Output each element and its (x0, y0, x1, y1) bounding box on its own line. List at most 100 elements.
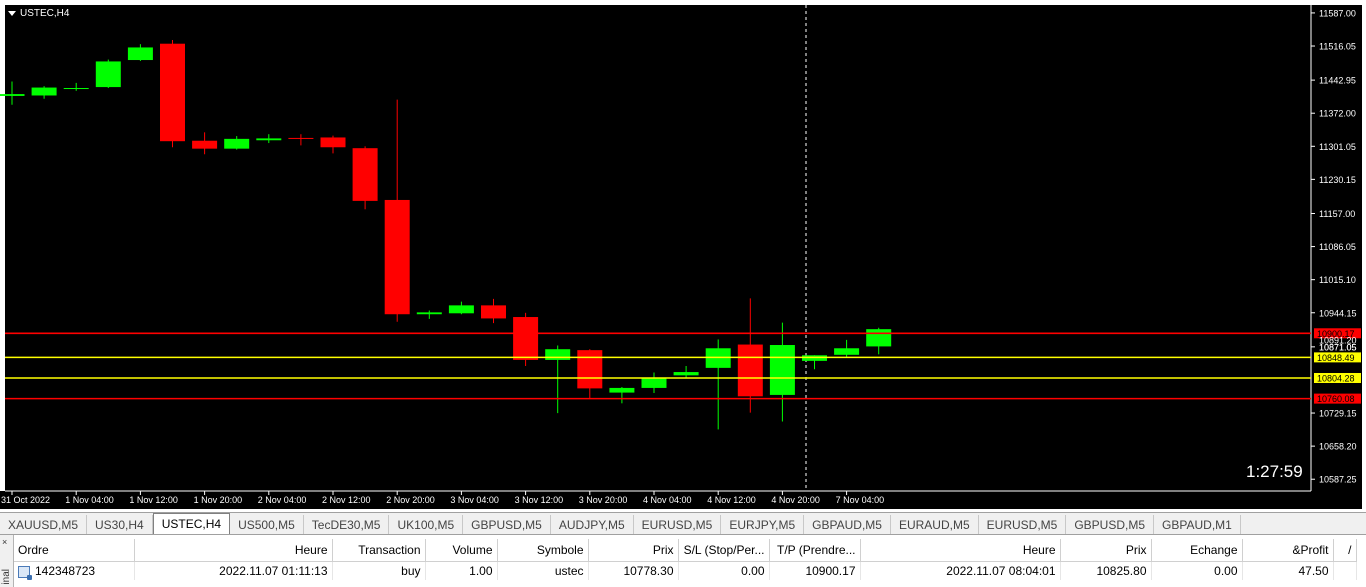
column-header[interactable]: / (1333, 539, 1357, 562)
price-level-label: 10804.28 (1317, 373, 1355, 383)
tab-eurjpy-m5[interactable]: EURJPY,M5 (721, 515, 805, 534)
column-header[interactable]: Echange (1151, 539, 1243, 562)
tab-gbpusd-m5[interactable]: GBPUSD,M5 (463, 515, 551, 534)
candle-body (384, 199, 410, 315)
chart-window[interactable]: 11587.00 11516.05 11442.95 11372.00 11301.05… (0, 0, 1366, 512)
tab-ustec-h4[interactable]: USTEC,H4 (152, 513, 231, 534)
column-header[interactable]: Volume (425, 539, 498, 562)
terminal-side-label: × inal (0, 535, 14, 587)
column-header[interactable]: Prix (588, 539, 679, 562)
y-tick-label: 11086.05 (1319, 242, 1356, 252)
tab-gbpaud-m5[interactable]: GBPAUD,M5 (804, 515, 891, 534)
candle-body (31, 87, 57, 96)
orders-header-row: Ordre Heure Transaction Volume Symbole Prix S/… (14, 539, 1357, 562)
close-icon[interactable]: × (2, 537, 7, 547)
candle-body (673, 372, 699, 376)
chart-tabs-bar: XAUUSD,M5 US30,H4 USTEC,H4 US500,M5 TecDE30,… (0, 512, 1366, 534)
tab-gbpusd-m5[interactable]: GBPUSD,M5 (1066, 515, 1155, 534)
x-tick-label: 7 Nov 04:00 (836, 495, 885, 505)
candle-body (609, 387, 635, 393)
candle-body (641, 377, 667, 388)
x-tick-label: 1 Nov 04:00 (65, 495, 114, 505)
column-header[interactable]: Ordre (14, 539, 135, 562)
y-tick-label: 11301.05 (1319, 142, 1356, 152)
x-tick-label: 3 Nov 04:00 (450, 495, 499, 505)
prix-cell: 10778.30 (588, 561, 679, 580)
price-chart[interactable]: 11587.00 11516.05 11442.95 11372.00 11301.05… (0, 0, 1366, 512)
candle-body (63, 88, 89, 90)
transaction-cell: buy (332, 561, 426, 580)
heure2-cell: 2022.11.07 08:04:01 (860, 561, 1061, 580)
x-tick-label: 4 Nov 04:00 (643, 495, 692, 505)
x-tick-label: 3 Nov 20:00 (579, 495, 628, 505)
column-header[interactable]: S/L (Stop/Per... (678, 539, 770, 562)
table-row[interactable]: 142348723 2022.11.07 01:11:13 buy 1.00 ustec… (14, 561, 1357, 580)
tab-eurusd-m5[interactable]: EURUSD,M5 (979, 515, 1067, 534)
tab-xauusd-m5[interactable]: XAUUSD,M5 (0, 515, 88, 534)
volume-cell: 1.00 (425, 561, 498, 580)
profit-cell: 47.50 (1242, 561, 1334, 580)
column-header[interactable]: Heure (134, 539, 333, 562)
column-header[interactable]: Heure (860, 539, 1061, 562)
y-tick-label: 11516.05 (1319, 42, 1356, 52)
tab-audjpy-m5[interactable]: AUDJPY,M5 (551, 515, 634, 534)
price-level-label: 10848.49 (1317, 353, 1355, 363)
y-tick-label: 11587.00 (1319, 8, 1356, 18)
symbole-cell: ustec (497, 561, 589, 580)
column-header[interactable]: Symbole (497, 539, 589, 562)
x-tick-label: 2 Nov 12:00 (322, 495, 371, 505)
y-tick-label: 10587.25 (1319, 475, 1357, 485)
y-tick-label: 11230.15 (1319, 175, 1356, 185)
bar-countdown-timer: 1:27:59 (1246, 462, 1303, 481)
tab-euraud-m5[interactable]: EURAUD,M5 (891, 515, 979, 534)
x-tick-label: 31 Oct 2022 (1, 495, 50, 505)
candle-body (769, 345, 795, 395)
order-id: 142348723 (35, 563, 96, 578)
echange-cell: 0.00 (1151, 561, 1243, 580)
x-tick-label: 2 Nov 04:00 (258, 495, 307, 505)
orders-table: Ordre Heure Transaction Volume Symbole Prix S/… (14, 539, 1357, 580)
price-level-label: 10760.08 (1317, 394, 1355, 404)
sl-cell: 0.00 (678, 561, 770, 580)
tab-eurusd-m5[interactable]: EURUSD,M5 (634, 515, 722, 534)
candle-body (0, 94, 25, 96)
tab-us500-m5[interactable]: US500,M5 (230, 515, 304, 534)
candle-body (481, 305, 506, 319)
chart-title: USTEC,H4 (8, 8, 69, 19)
order-icon (18, 565, 32, 580)
x-tick-label: 1 Nov 20:00 (194, 495, 243, 505)
candle-body (866, 329, 892, 347)
candle-body (288, 137, 314, 139)
dropdown-triangle-icon[interactable] (8, 11, 16, 16)
candle-body (192, 140, 218, 149)
plot-background (5, 5, 1311, 491)
heure-cell: 2022.11.07 01:11:13 (134, 561, 333, 580)
column-header[interactable]: T/P (Prendre... (769, 539, 861, 562)
x-tick-label: 4 Nov 12:00 (707, 495, 756, 505)
y-tick-label: 11442.95 (1319, 76, 1356, 86)
candle-body (577, 350, 603, 389)
column-header[interactable]: Prix (1060, 539, 1152, 562)
column-header[interactable]: Transaction (332, 539, 426, 562)
column-header[interactable]: &Profit (1242, 539, 1334, 562)
candle-body (160, 43, 185, 142)
x-tick-label: 4 Nov 20:00 (771, 495, 820, 505)
tab-tecde30-m5[interactable]: TecDE30,M5 (304, 515, 390, 534)
tp-cell: 10900.17 (769, 561, 861, 580)
tab-us30-h4[interactable]: US30,H4 (87, 515, 153, 534)
candle-body (416, 312, 442, 315)
prix2-cell: 10825.80 (1060, 561, 1152, 580)
tab-uk100-m5[interactable]: UK100,M5 (389, 515, 464, 534)
y-tick-label: 10944.15 (1319, 308, 1357, 318)
terminal-panel: × inal Ordre Heure Transaction Volume Symbol… (0, 534, 1366, 587)
y-tick-label: 11015.10 (1319, 275, 1356, 285)
row-spacer (1333, 561, 1357, 580)
candle-body (545, 349, 571, 360)
x-tick-label: 3 Nov 12:00 (515, 495, 564, 505)
candle-body (127, 47, 153, 61)
terminal-side-text: inal (1, 569, 12, 585)
candle-body (95, 61, 121, 88)
current-price-label: 10871.05 (1319, 342, 1357, 352)
tab-gbpaud-m1[interactable]: GBPAUD,M1 (1154, 515, 1241, 534)
y-tick-label: 11372.00 (1319, 109, 1356, 119)
